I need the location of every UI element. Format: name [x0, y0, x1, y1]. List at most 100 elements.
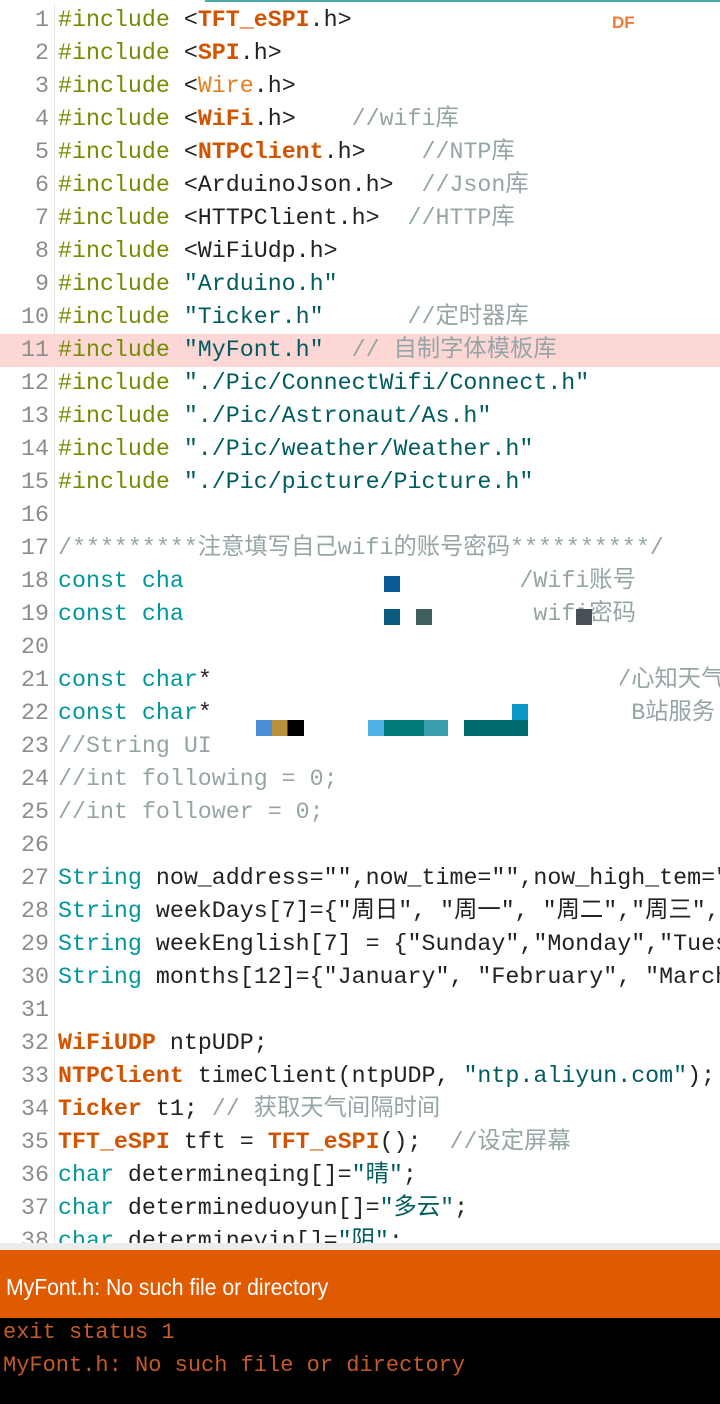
- code-text: #include "./Pic/weather/Weather.h": [58, 433, 533, 466]
- code-token: //设定屏幕: [449, 1129, 571, 1155]
- code-text: String months[12]={"January", "February"…: [58, 961, 720, 994]
- code-token: #include: [58, 205, 170, 231]
- line-number: 20: [21, 634, 49, 660]
- code-token: WiFi: [197, 106, 254, 132]
- code-token: String: [58, 898, 142, 924]
- code-token: .h>: [323, 139, 366, 165]
- line-number: 18: [21, 568, 49, 594]
- line-number: 29: [21, 931, 49, 957]
- code-line[interactable]: 7 #include <HTTPClient.h> //HTTP库: [0, 202, 720, 235]
- code-token: tft =: [169, 1129, 268, 1155]
- code-line[interactable]: 27 String now_address="",now_time="",now_…: [0, 862, 720, 895]
- code-token: weekEnglish[7] = {"Sunday","Monday","Tue…: [155, 931, 720, 957]
- code-token: #include: [58, 238, 170, 264]
- code-line[interactable]: 9 #include "Arduino.h": [0, 268, 720, 301]
- line-number: 25: [21, 799, 49, 825]
- code-line[interactable]: 24 //int following = 0; // 关注: [0, 763, 720, 796]
- code-line[interactable]: 32 WiFiUDP ntpUDP;: [0, 1027, 720, 1060]
- code-line[interactable]: 8 #include <WiFiUdp.h>: [0, 235, 720, 268]
- code-line[interactable]: 12 #include "./Pic/ConnectWifi/Connect.h": [0, 367, 720, 400]
- code-line[interactable]: 31: [0, 994, 720, 1027]
- redaction-block: [384, 576, 400, 592]
- code-line[interactable]: 37 char determineduoyun[]="多云";: [0, 1192, 720, 1225]
- code-token: .h>: [239, 40, 282, 66]
- code-token: const: [58, 700, 128, 726]
- code-text: #include <TFT_eSPI.h>: [58, 4, 352, 37]
- code-line[interactable]: 13 #include "./Pic/Astronaut/As.h": [0, 400, 720, 433]
- code-token: #include: [58, 139, 170, 165]
- code-line[interactable]: 16: [0, 499, 720, 532]
- code-token: #include: [58, 271, 170, 297]
- code-token: <: [169, 73, 198, 99]
- code-line[interactable]: 38 char determineyin[]="阴";: [0, 1225, 720, 1243]
- code-text: #include <SPI.h>: [58, 37, 282, 70]
- code-line[interactable]: 4 #include <WiFi.h> //wifi库: [0, 103, 720, 136]
- line-number: 32: [21, 1030, 49, 1056]
- code-line[interactable]: 17 /*********注意填写自己wifi的账号密码**********/: [0, 532, 720, 565]
- code-line[interactable]: 11 #include "MyFont.h" // 自制字体模板库: [0, 334, 720, 367]
- line-number: 16: [21, 502, 49, 528]
- code-line[interactable]: 36 char determineqing[]="晴";: [0, 1159, 720, 1192]
- code-line[interactable]: 34 Ticker t1; // 获取天气间隔时间: [0, 1093, 720, 1126]
- line-number: 13: [21, 403, 49, 429]
- code-token: const: [58, 667, 128, 693]
- code-token: <HTTPClient.h>: [169, 205, 380, 231]
- code-text: /*********注意填写自己wifi的账号密码**********/: [58, 532, 664, 565]
- code-text: #include "./Pic/ConnectWifi/Connect.h": [58, 367, 589, 400]
- line-number: 38: [21, 1228, 49, 1243]
- code-token: ();: [379, 1129, 450, 1155]
- code-token: <: [169, 40, 198, 66]
- code-token: #include: [58, 106, 170, 132]
- code-token: //Json库: [393, 172, 529, 198]
- code-line[interactable]: 35 TFT_eSPI tft = TFT_eSPI(); //设定屏幕: [0, 1126, 720, 1159]
- code-token: "ntp.aliyun.com": [463, 1063, 688, 1089]
- code-text: TFT_eSPI tft = TFT_eSPI(); //设定屏幕: [58, 1126, 571, 1159]
- code-line[interactable]: 25 //int follower = 0; // 粉丝: [0, 796, 720, 829]
- code-token: .h>: [253, 73, 296, 99]
- line-number: 10: [21, 304, 49, 330]
- code-token: #include: [58, 370, 170, 396]
- console-line: MyFont.h: No such file or directory: [3, 1353, 466, 1378]
- line-number: 33: [21, 1063, 49, 1089]
- code-token: #include: [58, 172, 170, 198]
- code-token: SPI: [197, 40, 240, 66]
- code-line[interactable]: 10 #include "Ticker.h" //定时器库: [0, 301, 720, 334]
- code-line[interactable]: 30 String months[12]={"January", "Februar…: [0, 961, 720, 994]
- line-number: 37: [21, 1195, 49, 1221]
- code-line[interactable]: 26: [0, 829, 720, 862]
- code-line[interactable]: 5 #include <NTPClient.h> //NTP库: [0, 136, 720, 169]
- console-output[interactable]: exit status 1 MyFont.h: No such file or …: [0, 1318, 720, 1404]
- code-token: <: [169, 139, 198, 165]
- line-number: 6: [35, 172, 49, 198]
- code-line[interactable]: 20: [0, 631, 720, 664]
- code-token: <: [169, 106, 198, 132]
- code-line[interactable]: 15 #include "./Pic/picture/Picture.h": [0, 466, 720, 499]
- code-editor[interactable]: 1 #include <TFT_eSPI.h> 2 #include <SPI.h> 3…: [0, 4, 720, 1243]
- code-token: "./Pic/picture/Picture.h": [169, 469, 534, 495]
- code-text: //int following = 0; // 关注: [58, 763, 720, 796]
- code-text: #include "./Pic/Astronaut/As.h": [58, 400, 491, 433]
- code-line[interactable]: 14 #include "./Pic/weather/Weather.h": [0, 433, 720, 466]
- code-line[interactable]: 6 #include <ArduinoJson.h> //Json库: [0, 169, 720, 202]
- code-line[interactable]: 33 NTPClient timeClient(ntpUDP, "ntp.aliy…: [0, 1060, 720, 1093]
- code-line[interactable]: 28 String weekDays[7]={"周日", "周一", "周二","…: [0, 895, 720, 928]
- code-token: //NTP库: [365, 139, 515, 165]
- code-token: "Ticker.h": [169, 304, 324, 330]
- panel-divider[interactable]: [0, 1243, 720, 1250]
- code-text: #include <WiFiUdp.h>: [58, 235, 338, 268]
- code-text: char determineqing[]="晴";: [58, 1159, 417, 1192]
- code-line[interactable]: 3 #include <Wire.h>: [0, 70, 720, 103]
- line-number: 3: [35, 73, 49, 99]
- code-token: String: [58, 865, 142, 891]
- code-token: char: [141, 700, 198, 726]
- code-line[interactable]: 2 #include <SPI.h>: [0, 37, 720, 70]
- line-number: 35: [21, 1129, 49, 1155]
- code-line[interactable]: 29 String weekEnglish[7] = {"Sunday","Mon…: [0, 928, 720, 961]
- error-status-bar: MyFont.h: No such file or directory: [0, 1250, 720, 1318]
- code-text: String weekEnglish[7] = {"Sunday","Monda…: [58, 928, 720, 961]
- code-token: <: [169, 7, 198, 33]
- code-text: WiFiUDP ntpUDP;: [58, 1027, 268, 1060]
